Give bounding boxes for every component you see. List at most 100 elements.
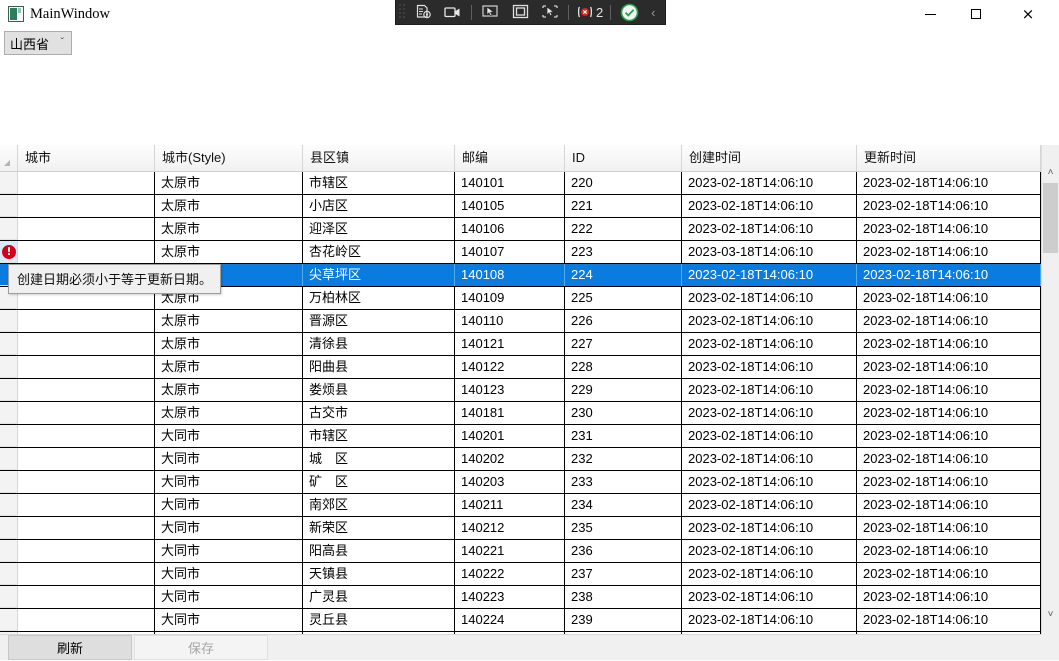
- error-counter[interactable]: 2: [572, 0, 607, 24]
- camera-record-button[interactable]: [438, 0, 468, 24]
- table-row[interactable]: 大同市矿 区 140203 233 2023-02-18T14:06:10 2023-0…: [0, 471, 1041, 494]
- table-cell[interactable]: 2023-02-18T14:06:10: [682, 172, 857, 194]
- grid-body[interactable]: 太原市 市辖区 140101 220 2023-02-18T14:06:10 2023-0…: [0, 172, 1059, 635]
- table-cell[interactable]: [18, 402, 155, 424]
- cursor-capture-button[interactable]: [475, 0, 505, 24]
- table-cell[interactable]: 城 区: [303, 448, 455, 470]
- table-cell[interactable]: 2023-02-18T14:06:10: [682, 586, 857, 608]
- table-cell[interactable]: 太原市: [155, 379, 303, 401]
- table-cell[interactable]: 小店区: [303, 195, 455, 217]
- table-cell[interactable]: 万柏林区: [303, 287, 455, 309]
- table-cell[interactable]: 大同市: [155, 563, 303, 585]
- table-cell[interactable]: 大同市: [155, 609, 303, 631]
- table-cell[interactable]: 大同市: [155, 540, 303, 562]
- row-header[interactable]: [0, 494, 18, 516]
- table-cell[interactable]: [18, 609, 155, 631]
- table-row[interactable]: 大同市城 区 140202 232 2023-02-18T14:06:10 2023-0…: [0, 448, 1041, 471]
- table-cell[interactable]: 2023-02-18T14:06:10: [682, 333, 857, 355]
- table-cell[interactable]: 230: [565, 402, 682, 424]
- row-header[interactable]: [0, 333, 18, 355]
- table-cell[interactable]: 广灵县: [303, 586, 455, 608]
- row-header[interactable]: [0, 540, 18, 562]
- table-cell[interactable]: 杏花岭区: [303, 241, 455, 263]
- table-cell[interactable]: [18, 218, 155, 240]
- row-header[interactable]: [0, 195, 18, 217]
- table-cell[interactable]: 226: [565, 310, 682, 332]
- table-cell[interactable]: 2023-02-18T14:06:10: [682, 379, 857, 401]
- row-header[interactable]: [0, 379, 18, 401]
- column-header-4[interactable]: ID: [565, 145, 682, 171]
- table-cell[interactable]: 229: [565, 379, 682, 401]
- table-cell[interactable]: 140108: [455, 264, 565, 286]
- table-cell[interactable]: 237: [565, 563, 682, 585]
- table-cell[interactable]: 2023-02-18T14:06:10: [857, 218, 1041, 240]
- table-row[interactable]: 大同市 天镇县 140222 237 2023-02-18T14:06:10 2023-0…: [0, 563, 1041, 586]
- table-cell[interactable]: 222: [565, 218, 682, 240]
- table-cell[interactable]: 220: [565, 172, 682, 194]
- table-cell[interactable]: [18, 517, 155, 539]
- table-cell[interactable]: 2023-02-18T14:06:10: [857, 241, 1041, 263]
- table-cell[interactable]: 大同市: [155, 448, 303, 470]
- table-cell[interactable]: 太原市: [155, 218, 303, 240]
- toolbar-drag-handle[interactable]: [398, 0, 408, 24]
- table-cell[interactable]: 2023-02-18T14:06:10: [682, 609, 857, 631]
- table-cell[interactable]: 阳高县: [303, 540, 455, 562]
- table-cell[interactable]: 2023-02-18T14:06:10: [857, 517, 1041, 539]
- table-cell[interactable]: 尖草坪区: [303, 264, 455, 286]
- column-header-2[interactable]: 县区镇: [303, 145, 455, 171]
- row-header[interactable]: [0, 517, 18, 539]
- row-header[interactable]: [0, 609, 18, 631]
- table-cell[interactable]: 2023-02-18T14:06:10: [857, 425, 1041, 447]
- table-row[interactable]: 大同市 市辖区 140201 231 2023-02-18T14:06:10 2023-0…: [0, 425, 1041, 448]
- table-cell[interactable]: 市辖区: [303, 172, 455, 194]
- table-cell[interactable]: 227: [565, 333, 682, 355]
- table-cell[interactable]: 140110: [455, 310, 565, 332]
- table-cell[interactable]: 太原市: [155, 356, 303, 378]
- table-cell[interactable]: 224: [565, 264, 682, 286]
- table-cell[interactable]: 2023-02-18T14:06:10: [682, 264, 857, 286]
- table-cell[interactable]: 2023-02-18T14:06:10: [682, 471, 857, 493]
- table-cell[interactable]: 2023-03-18T14:06:10: [682, 241, 857, 263]
- table-cell[interactable]: 140105: [455, 195, 565, 217]
- table-cell[interactable]: 140223: [455, 586, 565, 608]
- row-header[interactable]: [0, 425, 18, 447]
- table-row[interactable]: 太原市 市辖区 140101 220 2023-02-18T14:06:10 2023-0…: [0, 172, 1041, 195]
- table-row[interactable]: 大同市 南郊区 140211 234 2023-02-18T14:06:10 2023-0…: [0, 494, 1041, 517]
- table-row[interactable]: 大同市 灵丘县 140224 239 2023-02-18T14:06:10 2023-0…: [0, 609, 1041, 632]
- row-header[interactable]: [0, 356, 18, 378]
- table-cell[interactable]: 140107: [455, 241, 565, 263]
- close-button[interactable]: ×: [1005, 0, 1051, 28]
- table-cell[interactable]: 大同市: [155, 586, 303, 608]
- table-cell[interactable]: 古交市: [303, 402, 455, 424]
- table-cell[interactable]: 晋源区: [303, 310, 455, 332]
- table-cell[interactable]: 2023-02-18T14:06:10: [857, 287, 1041, 309]
- table-cell[interactable]: [18, 356, 155, 378]
- table-cell[interactable]: 140221: [455, 540, 565, 562]
- table-cell[interactable]: 阳曲县: [303, 356, 455, 378]
- row-header[interactable]: [0, 310, 18, 332]
- table-cell[interactable]: 2023-02-18T14:06:10: [857, 264, 1041, 286]
- table-cell[interactable]: 140203: [455, 471, 565, 493]
- table-cell[interactable]: 221: [565, 195, 682, 217]
- record-settings-button[interactable]: [408, 0, 438, 24]
- table-row[interactable]: 太原市 清徐县 140121 227 2023-02-18T14:06:10 2023-0…: [0, 333, 1041, 356]
- table-row[interactable]: 太原市 迎泽区 140106 222 2023-02-18T14:06:10 2023-0…: [0, 218, 1041, 241]
- table-cell[interactable]: 天镇县: [303, 563, 455, 585]
- table-cell[interactable]: 231: [565, 425, 682, 447]
- table-cell[interactable]: 233: [565, 471, 682, 493]
- table-cell[interactable]: 南郊区: [303, 494, 455, 516]
- row-header[interactable]: [0, 471, 18, 493]
- row-header[interactable]: [0, 563, 18, 585]
- table-cell[interactable]: 2023-02-18T14:06:10: [857, 195, 1041, 217]
- table-cell[interactable]: 太原市: [155, 241, 303, 263]
- table-cell[interactable]: 太原市: [155, 402, 303, 424]
- scroll-down-button[interactable]: ˅: [1042, 605, 1059, 623]
- collapse-toolbar-button[interactable]: ‹: [644, 0, 662, 24]
- table-cell[interactable]: 2023-02-18T14:06:10: [857, 333, 1041, 355]
- table-cell[interactable]: 239: [565, 609, 682, 631]
- table-cell[interactable]: 娄烦县: [303, 379, 455, 401]
- table-cell[interactable]: 235: [565, 517, 682, 539]
- table-cell[interactable]: 140202: [455, 448, 565, 470]
- row-error-icon[interactable]: !: [2, 245, 16, 259]
- table-cell[interactable]: [18, 195, 155, 217]
